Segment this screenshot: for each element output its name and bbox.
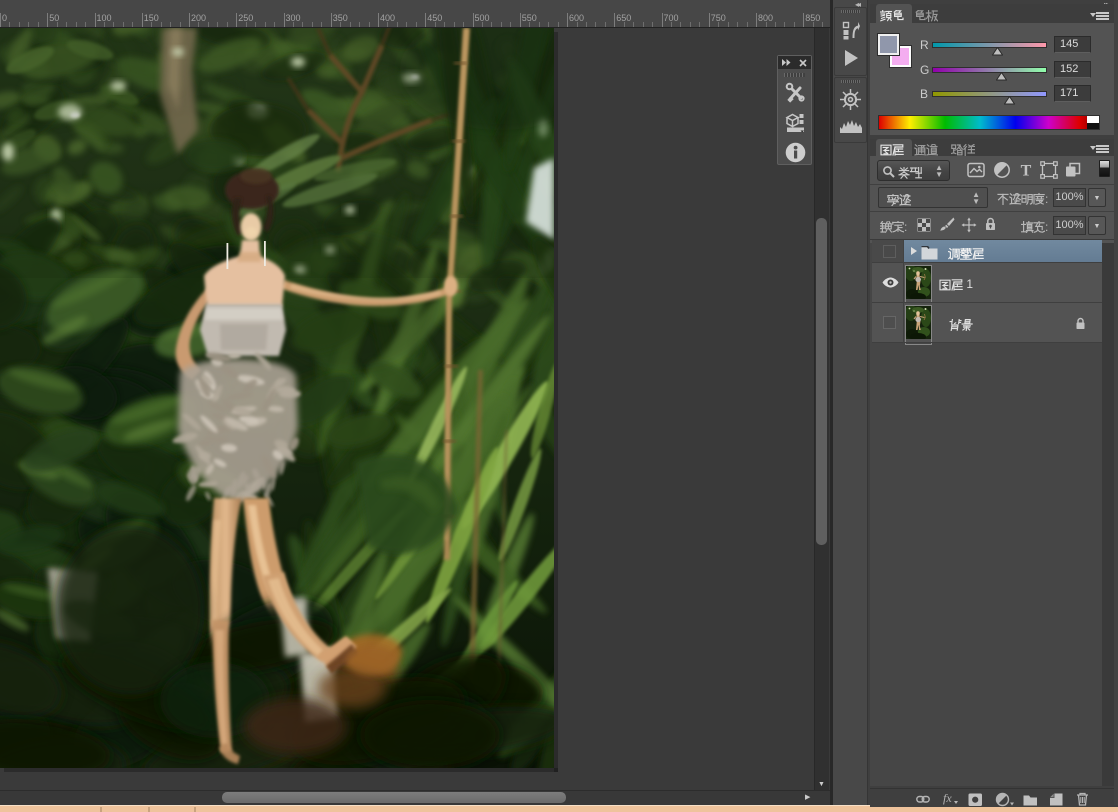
svg-text:T: T bbox=[1021, 163, 1032, 180]
svg-text:fx: fx bbox=[943, 791, 952, 805]
